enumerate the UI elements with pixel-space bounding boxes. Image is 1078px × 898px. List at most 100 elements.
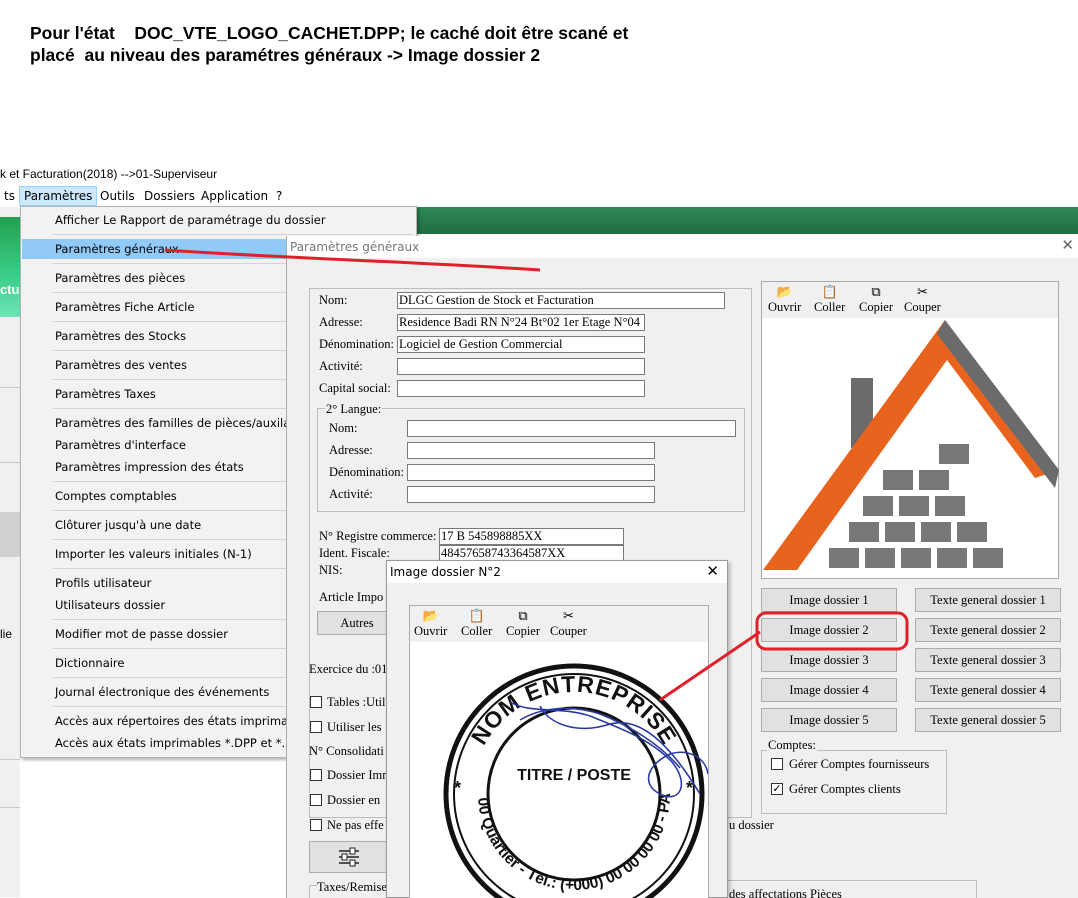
popup-close-icon[interactable]: ✕ (706, 562, 719, 580)
utiliser-checkbox[interactable] (310, 721, 322, 733)
texte-dossier-4-button[interactable]: Texte general dossier 4 (915, 678, 1061, 702)
capital-field[interactable] (397, 380, 645, 397)
nis-label: NIS: (319, 563, 343, 577)
ne-pas-checkbox[interactable] (310, 819, 322, 831)
company-logo-image (763, 320, 1059, 570)
activite-field[interactable] (397, 358, 645, 375)
adresse-field[interactable]: Residence Badi RN N°24 Bt°02 1er Etage N… (397, 314, 645, 331)
texte-dossier-1-button[interactable]: Texte general dossier 1 (915, 588, 1061, 612)
comptes-clients-checkbox[interactable]: ✓ (771, 783, 783, 795)
ident-fiscale-label: Ident. Fiscale: (319, 546, 390, 560)
couper-button[interactable]: ✂ Couper (904, 284, 941, 315)
texte-dossier-5-button[interactable]: Texte general dossier 5 (915, 708, 1061, 732)
nom-label: Nom: (319, 293, 348, 307)
popup-ouvrir-label: Ouvrir (414, 624, 448, 638)
menu-bar: ts Paramètres Outils Dossiers Applicatio… (0, 186, 420, 206)
menu-option-rapport[interactable]: Afficher Le Rapport de paramétrage du do… (22, 210, 415, 230)
langue2-nom-label: Nom: (329, 421, 358, 435)
denomination-field[interactable]: Logiciel de Gestion Commercial (397, 336, 645, 353)
dossier-imm-label: Dossier Imm (327, 768, 392, 782)
menu-item-ts[interactable]: ts (0, 186, 19, 206)
coller-button[interactable]: 📋 Coller (814, 284, 845, 315)
comptes-legend: Comptes: (767, 738, 817, 753)
activite-label: Activité: (319, 359, 363, 373)
popup-ouvrir-button[interactable]: 📂 Ouvrir (414, 608, 447, 639)
langue2-activite-field[interactable] (407, 486, 655, 503)
main-window-banner (410, 207, 1078, 234)
tables-checkbox[interactable] (310, 696, 322, 708)
dialog-title: Paramètres généraux (287, 236, 1078, 258)
ouvrir-button[interactable]: 📂 Ouvrir (768, 284, 801, 315)
main-window-left-strip: ctu lie (0, 207, 20, 897)
svg-text:NOM ENTREPRISE: NOM ENTREPRISE (466, 671, 682, 749)
popup-coller-label: Coller (461, 624, 493, 638)
settings-button[interactable] (309, 841, 389, 873)
ne-pas-label: Ne pas effe (327, 818, 384, 832)
stamp-top-text: NOM ENTREPRISE (466, 671, 681, 749)
instruction-line-1: Pour l'état DOC_VTE_LOGO_CACHET.DPP; le … (30, 23, 629, 43)
left-banner (0, 217, 20, 317)
divider (0, 462, 20, 463)
image-dossier-1-button[interactable]: Image dossier 1 (761, 588, 897, 612)
instruction-heading: Pour l'état DOC_VTE_LOGO_CACHET.DPP; le … (30, 22, 628, 66)
comptes-fournisseurs-label: Gérer Comptes fournisseurs (789, 757, 930, 771)
paste-icon: 📋 (821, 284, 838, 299)
dossier-imm-checkbox[interactable] (310, 769, 322, 781)
popup-copier-button[interactable]: ⧉ Copier (506, 608, 540, 639)
popup-couper-button[interactable]: ✂ Couper (550, 608, 587, 639)
langue2-legend: 2° Langue: (325, 402, 383, 417)
popup-title: Image dossier N°2 (387, 561, 727, 583)
instruction-line-2: placé au niveau des paramétres généraux … (30, 45, 541, 65)
taxes-legend: Taxes/Remise (317, 880, 387, 895)
adresse-label: Adresse: (319, 315, 363, 329)
ouvrir-label: Ouvrir (768, 300, 802, 314)
denomination-label: Dénomination: (319, 337, 394, 351)
nom-field[interactable]: DLGC Gestion de Stock et Facturation (397, 292, 725, 309)
popup-coller-button[interactable]: 📋 Coller (461, 608, 492, 639)
registre-field[interactable]: 17 B 545898885XX (439, 528, 624, 545)
scissors-icon: ✂ (916, 284, 928, 299)
scissors-icon: ✂ (562, 608, 574, 623)
divider (0, 759, 20, 760)
menu-item-dossiers[interactable]: Dossiers (140, 186, 199, 206)
image-dossier-5-button[interactable]: Image dossier 5 (761, 708, 897, 732)
image-dossier-3-button[interactable]: Image dossier 3 (761, 648, 897, 672)
menu-item-outils[interactable]: Outils (96, 186, 139, 206)
coller-label: Coller (814, 300, 846, 314)
langue2-denomination-label: Dénomination: (329, 465, 404, 479)
menu-item-help[interactable]: ? (272, 186, 286, 206)
image-dossier-2-button[interactable]: Image dossier 2 (761, 618, 897, 642)
autres-button[interactable]: Autres (317, 611, 397, 635)
comptes-clients-label: Gérer Comptes clients (789, 782, 901, 796)
langue2-activite-label: Activité: (329, 487, 373, 501)
stamp-image-panel[interactable]: 📂 Ouvrir 📋 Coller ⧉ Copier ✂ Couper NOM ENTR… (409, 605, 709, 898)
langue2-adresse-label: Adresse: (329, 443, 373, 457)
popup-couper-label: Couper (550, 624, 587, 638)
stamp-center-text: TITRE / POSTE (517, 767, 631, 784)
langue2-denomination-field[interactable] (407, 464, 655, 481)
stamp-star-left: * (454, 778, 461, 798)
logo-image-panel[interactable]: 📂 Ouvrir 📋 Coller ⧉ Copier ✂ Couper (761, 281, 1059, 579)
image-dossier-4-button[interactable]: Image dossier 4 (761, 678, 897, 702)
image-toolbar: 📂 Ouvrir 📋 Coller ⧉ Copier ✂ Couper (762, 282, 1058, 318)
folder-open-icon: 📂 (422, 608, 439, 623)
company-stamp-image: NOM ENTREPRISE C/000 Quartier - Tél.: (+… (410, 644, 708, 898)
divider (0, 807, 20, 808)
copier-button[interactable]: ⧉ Copier (859, 284, 893, 315)
menu-item-parametres[interactable]: Paramètres (19, 186, 98, 206)
dossier-en-checkbox[interactable] (310, 794, 322, 806)
copy-icon: ⧉ (871, 284, 881, 299)
comptes-fournisseurs-checkbox[interactable] (771, 758, 783, 770)
langue2-nom-field[interactable] (407, 420, 736, 437)
langue2-adresse-field[interactable] (407, 442, 655, 459)
menu-item-application[interactable]: Application (197, 186, 272, 206)
consolidation-label: N° Consolidati (309, 744, 384, 758)
dialog-close-icon[interactable]: ✕ (1061, 236, 1074, 254)
texte-dossier-2-button[interactable]: Texte general dossier 2 (915, 618, 1061, 642)
texte-dossier-3-button[interactable]: Texte general dossier 3 (915, 648, 1061, 672)
left-partial-text-2: lie (0, 627, 13, 641)
left-panel-block (0, 512, 20, 557)
couper-label: Couper (904, 300, 941, 314)
sliders-icon (339, 847, 359, 867)
dossier-en-label: Dossier en (327, 793, 381, 807)
